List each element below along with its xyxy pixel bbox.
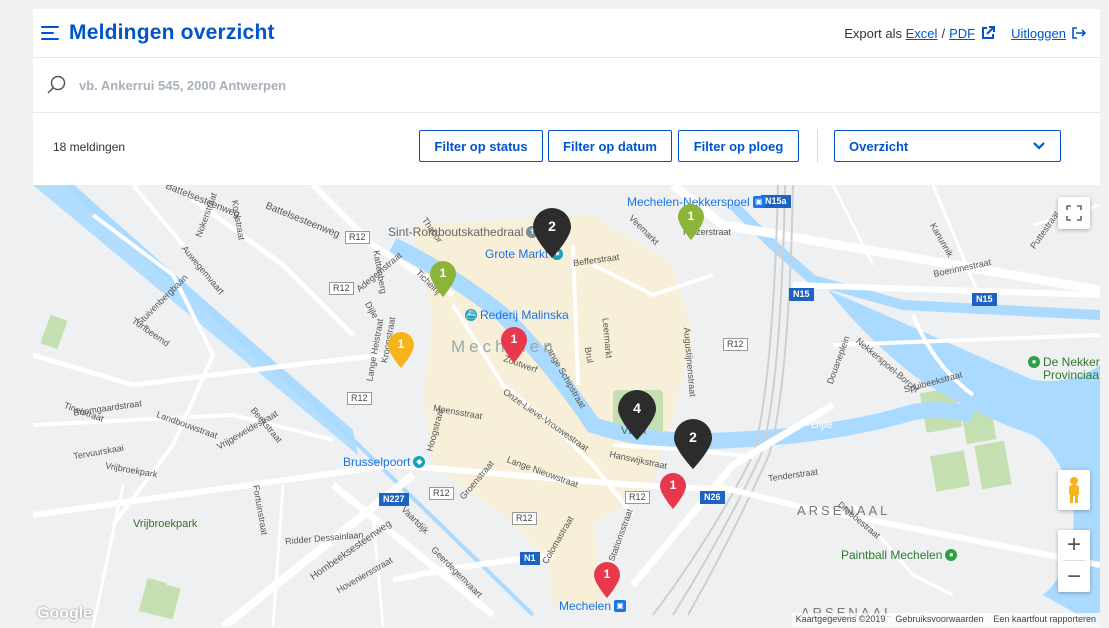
external-link-icon[interactable] [981, 26, 996, 40]
export-excel-link[interactable]: Excel [906, 26, 938, 41]
train-icon: ▣ [614, 600, 627, 612]
page-title: Meldingen overzicht [69, 21, 275, 44]
zoom-divider [1063, 560, 1085, 562]
export-pdf-link[interactable]: PDF [949, 26, 975, 41]
filter-status-button[interactable]: Filter op status [419, 130, 543, 162]
view-select[interactable]: Overzicht [834, 130, 1061, 162]
fullscreen-button[interactable] [1058, 197, 1090, 229]
search-icon [47, 75, 66, 94]
terms-link[interactable]: Gebruiksvoorwaarden [895, 614, 983, 626]
poi-label: Mechelen ▣ [559, 599, 629, 613]
header: Meldingen overzicht Export als Excel / P… [33, 9, 1100, 57]
cluster-marker[interactable]: 4 [615, 389, 659, 441]
zoom-controls: + − [1058, 530, 1090, 592]
road-shield: R12 [429, 487, 454, 500]
park-pin-icon: ● [1028, 356, 1040, 368]
google-logo[interactable]: Google [37, 605, 92, 623]
boat-icon: ⛴ [465, 309, 477, 321]
road-shield: R12 [345, 231, 370, 244]
logout-link[interactable]: Uitloggen [1011, 26, 1066, 41]
incident-marker[interactable]: 1 [658, 472, 688, 510]
pegman-icon [1069, 477, 1079, 503]
map-data-credit: Kaartgegevens ©2019 [795, 614, 886, 624]
zoom-in-button[interactable]: + [1067, 531, 1081, 559]
fullscreen-icon [1066, 205, 1082, 221]
view-select-value: Overzicht [849, 138, 909, 154]
incident-marker[interactable]: 1 [676, 203, 706, 241]
poi-label: ● De Nekker [1028, 355, 1100, 369]
road-shield: N26 [700, 491, 725, 504]
cluster-marker[interactable]: 2 [530, 207, 574, 259]
location-pin-icon: ● [945, 549, 958, 561]
map-attribution: Kaartgegevens ©2019 Gebruiksvoorwaarden … [791, 613, 1100, 627]
road-shield: N227 [379, 493, 409, 506]
filter-team-button[interactable]: Filter op ploeg [678, 130, 799, 162]
menu-icon[interactable] [41, 26, 59, 40]
road-shield: N15 [789, 288, 814, 301]
filter-date-button[interactable]: Filter op datum [548, 130, 672, 162]
cluster-marker[interactable]: 2 [671, 418, 715, 470]
road-shield: R12 [723, 338, 748, 351]
road-shield: N15 [972, 293, 997, 306]
river-label: Dijle [811, 419, 833, 431]
address-search-input[interactable] [79, 77, 679, 93]
export-label: Export als [844, 25, 903, 41]
landmark-icon: ◆ [413, 456, 426, 468]
report-error-link[interactable]: Een kaartfout rapporteren [993, 614, 1096, 626]
chevron-down-icon [1033, 142, 1045, 150]
app-window: Meldingen overzicht Export als Excel / P… [33, 9, 1100, 627]
district-label: ARSENAAL [797, 503, 891, 518]
poi-label: Brusselpoort ◆ [343, 455, 428, 469]
toolbar-divider [817, 129, 818, 163]
road-shield: R12 [329, 282, 354, 295]
road-shield: R12 [347, 392, 372, 405]
poi-label: Provinciaa [1043, 368, 1100, 382]
poi-label: Sint-Romboutskathedraal ✝ [388, 225, 541, 239]
header-actions: Export als Excel / PDF Uitloggen [844, 9, 1086, 57]
search-bar [33, 57, 1100, 113]
poi-label: ⛴ Rederij Malinska [465, 308, 569, 322]
logout-icon[interactable] [1072, 26, 1086, 40]
incident-marker[interactable]: 1 [386, 331, 416, 369]
park-label: Vrijbroekpark [133, 518, 198, 530]
filter-toolbar: 18 meldingen Filter op status Filter op … [33, 113, 1100, 180]
incident-marker[interactable]: 1 [428, 260, 458, 298]
zoom-out-button[interactable]: − [1067, 563, 1081, 591]
incident-marker[interactable]: 1 [592, 561, 622, 599]
road-shield: R12 [512, 512, 537, 525]
export-separator: / [941, 25, 946, 41]
map[interactable]: Battelsesteenweg Battelsesteenweg Keizer… [33, 185, 1100, 627]
incident-marker[interactable]: 1 [499, 326, 529, 364]
road-shield: R12 [625, 491, 650, 504]
result-count: 18 meldingen [53, 139, 126, 154]
road-shield: N1 [520, 552, 540, 565]
street-view-button[interactable] [1058, 470, 1090, 510]
train-icon: ▣ [752, 196, 765, 208]
poi-label: Paintball Mechelen ● [841, 548, 960, 562]
